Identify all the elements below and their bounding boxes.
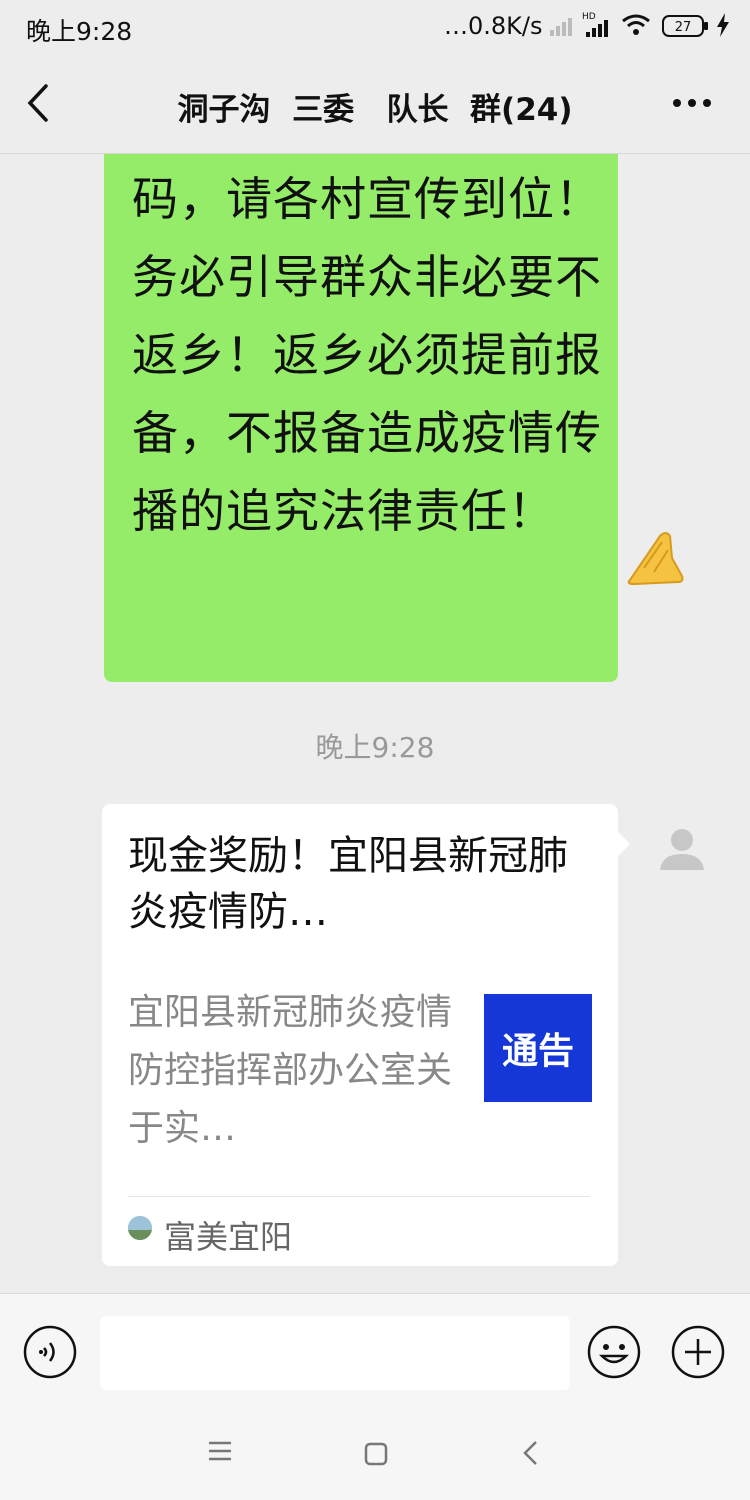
bubble-tail: [618, 832, 630, 856]
menu-icon[interactable]: [206, 1440, 234, 1466]
hd-label: HD: [582, 12, 596, 22]
avatar[interactable]: [656, 822, 708, 874]
article-source: 富美宜阳: [164, 1218, 293, 1256]
input-bar: [0, 1293, 750, 1410]
source-logo-icon: [128, 1216, 152, 1240]
thumbnail-text: 通告: [501, 1031, 574, 1072]
voice-icon[interactable]: [22, 1324, 78, 1384]
home-icon[interactable]: [364, 1442, 388, 1470]
sent-message-bubble[interactable]: 到上卫院提供申请转绿码，请各村宣传到位！务必引导群众非必要不返乡！返乡必须提前报…: [104, 154, 684, 682]
more-icon[interactable]: [671, 94, 713, 113]
card-divider: [128, 1196, 590, 1197]
signal-icon: [550, 14, 578, 40]
chat-header: 洞子沟 三委 队长 群(24): [0, 56, 750, 154]
chat-area[interactable]: 到上卫院提供申请转绿码，请各村宣传到位！务必引导群众非必要不返乡！返乡必须提前报…: [0, 154, 750, 1292]
shared-article-card[interactable]: 现金奖励！宜阳县新冠肺炎疫情防… 宜阳县新冠肺炎疫情防控指挥部办公室关于实… 通…: [102, 804, 630, 1266]
plus-icon[interactable]: [670, 1324, 726, 1384]
battery-level: 27: [675, 20, 692, 35]
article-thumbnail: 通告: [484, 994, 592, 1102]
palms-together-icon: [624, 528, 688, 592]
article-description: 宜阳县新冠肺炎疫情防控指挥部办公室关于实…: [128, 992, 453, 1149]
hd-signal-icon: HD: [582, 10, 614, 42]
status-bar: 晚上9:28 …0.8K/s HD 27: [0, 0, 750, 56]
message-input[interactable]: [100, 1316, 570, 1390]
back-nav-icon[interactable]: [522, 1440, 540, 1470]
emoji-icon[interactable]: [586, 1324, 642, 1384]
article-title: 现金奖励！宜阳县新冠肺炎疫情防…: [128, 833, 568, 935]
sent-message-text: 到上卫院提供申请转绿码，请各村宣传到位！务必引导群众非必要不返乡！返乡必须提前报…: [132, 172, 602, 538]
battery-icon: 27: [662, 14, 710, 42]
message-timestamp: 晚上9:28: [315, 731, 435, 764]
charging-icon: [716, 13, 730, 41]
network-speed: …0.8K/s: [444, 12, 543, 40]
status-time: 晚上9:28: [26, 17, 133, 46]
system-navigation-bar: [0, 1410, 750, 1500]
chat-title: 洞子沟 三委 队长 群(24): [177, 92, 573, 128]
wifi-icon: [621, 13, 651, 41]
